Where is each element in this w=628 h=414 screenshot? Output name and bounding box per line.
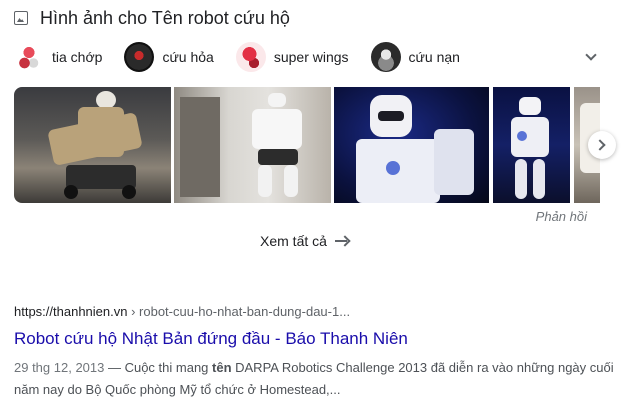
snippet-text: — Cuộc thi mang bbox=[104, 360, 213, 375]
related-chips: tia chớp cứu hỏa super wings cứu nạn bbox=[14, 40, 600, 74]
result-date: 29 thg 12, 2013 bbox=[14, 360, 105, 375]
chip-cuu-hoa[interactable]: cứu hỏa bbox=[124, 40, 214, 74]
see-all-button[interactable]: Xem tất cả bbox=[260, 233, 349, 249]
chip-cuu-nan[interactable]: cứu nạn bbox=[370, 40, 460, 74]
chevron-down-icon[interactable] bbox=[582, 48, 600, 66]
result-title-link[interactable]: Robot cứu hộ Nhật Bản đứng đầu - Báo Tha… bbox=[14, 329, 614, 349]
result-path: › robot-cuu-ho-nhat-ban-dung-dau-1... bbox=[127, 304, 351, 319]
images-section-header: Hình ảnh cho Tên robot cứu hộ bbox=[14, 6, 290, 30]
arrow-right-icon bbox=[334, 234, 349, 248]
chip-label: super wings bbox=[273, 49, 349, 65]
chevron-right-icon[interactable] bbox=[588, 131, 616, 159]
image-thumbnail[interactable] bbox=[14, 87, 171, 203]
feedback-link[interactable]: Phản hồi bbox=[536, 209, 587, 224]
chip-thumbnail bbox=[370, 42, 401, 72]
images-section-title: Hình ảnh cho Tên robot cứu hộ bbox=[40, 7, 290, 28]
image-icon bbox=[14, 11, 28, 25]
result-site: https://thanhnien.vn bbox=[14, 304, 128, 319]
image-strip bbox=[14, 87, 600, 203]
chip-label: tia chớp bbox=[52, 49, 103, 65]
see-all-label: Xem tất cả bbox=[260, 233, 327, 249]
result-snippet: 29 thg 12, 2013 — Cuộc thi mang tên DARP… bbox=[14, 357, 614, 401]
chip-super-wings[interactable]: super wings bbox=[235, 40, 349, 74]
snippet-highlight: tên bbox=[212, 360, 232, 375]
search-result: https://thanhnien.vn › robot-cuu-ho-nhat… bbox=[14, 304, 614, 401]
chip-label: cứu nạn bbox=[408, 49, 460, 65]
image-thumbnail[interactable] bbox=[493, 87, 570, 203]
image-thumbnail[interactable] bbox=[334, 87, 489, 203]
chip-thumbnail bbox=[14, 42, 44, 72]
result-url[interactable]: https://thanhnien.vn › robot-cuu-ho-nhat… bbox=[14, 304, 614, 319]
chip-thumbnail bbox=[235, 42, 266, 72]
chip-thumbnail bbox=[124, 42, 155, 72]
chip-label: cứu hỏa bbox=[162, 49, 214, 65]
chip-tia-chop[interactable]: tia chớp bbox=[14, 40, 102, 74]
image-thumbnail[interactable] bbox=[174, 87, 331, 203]
